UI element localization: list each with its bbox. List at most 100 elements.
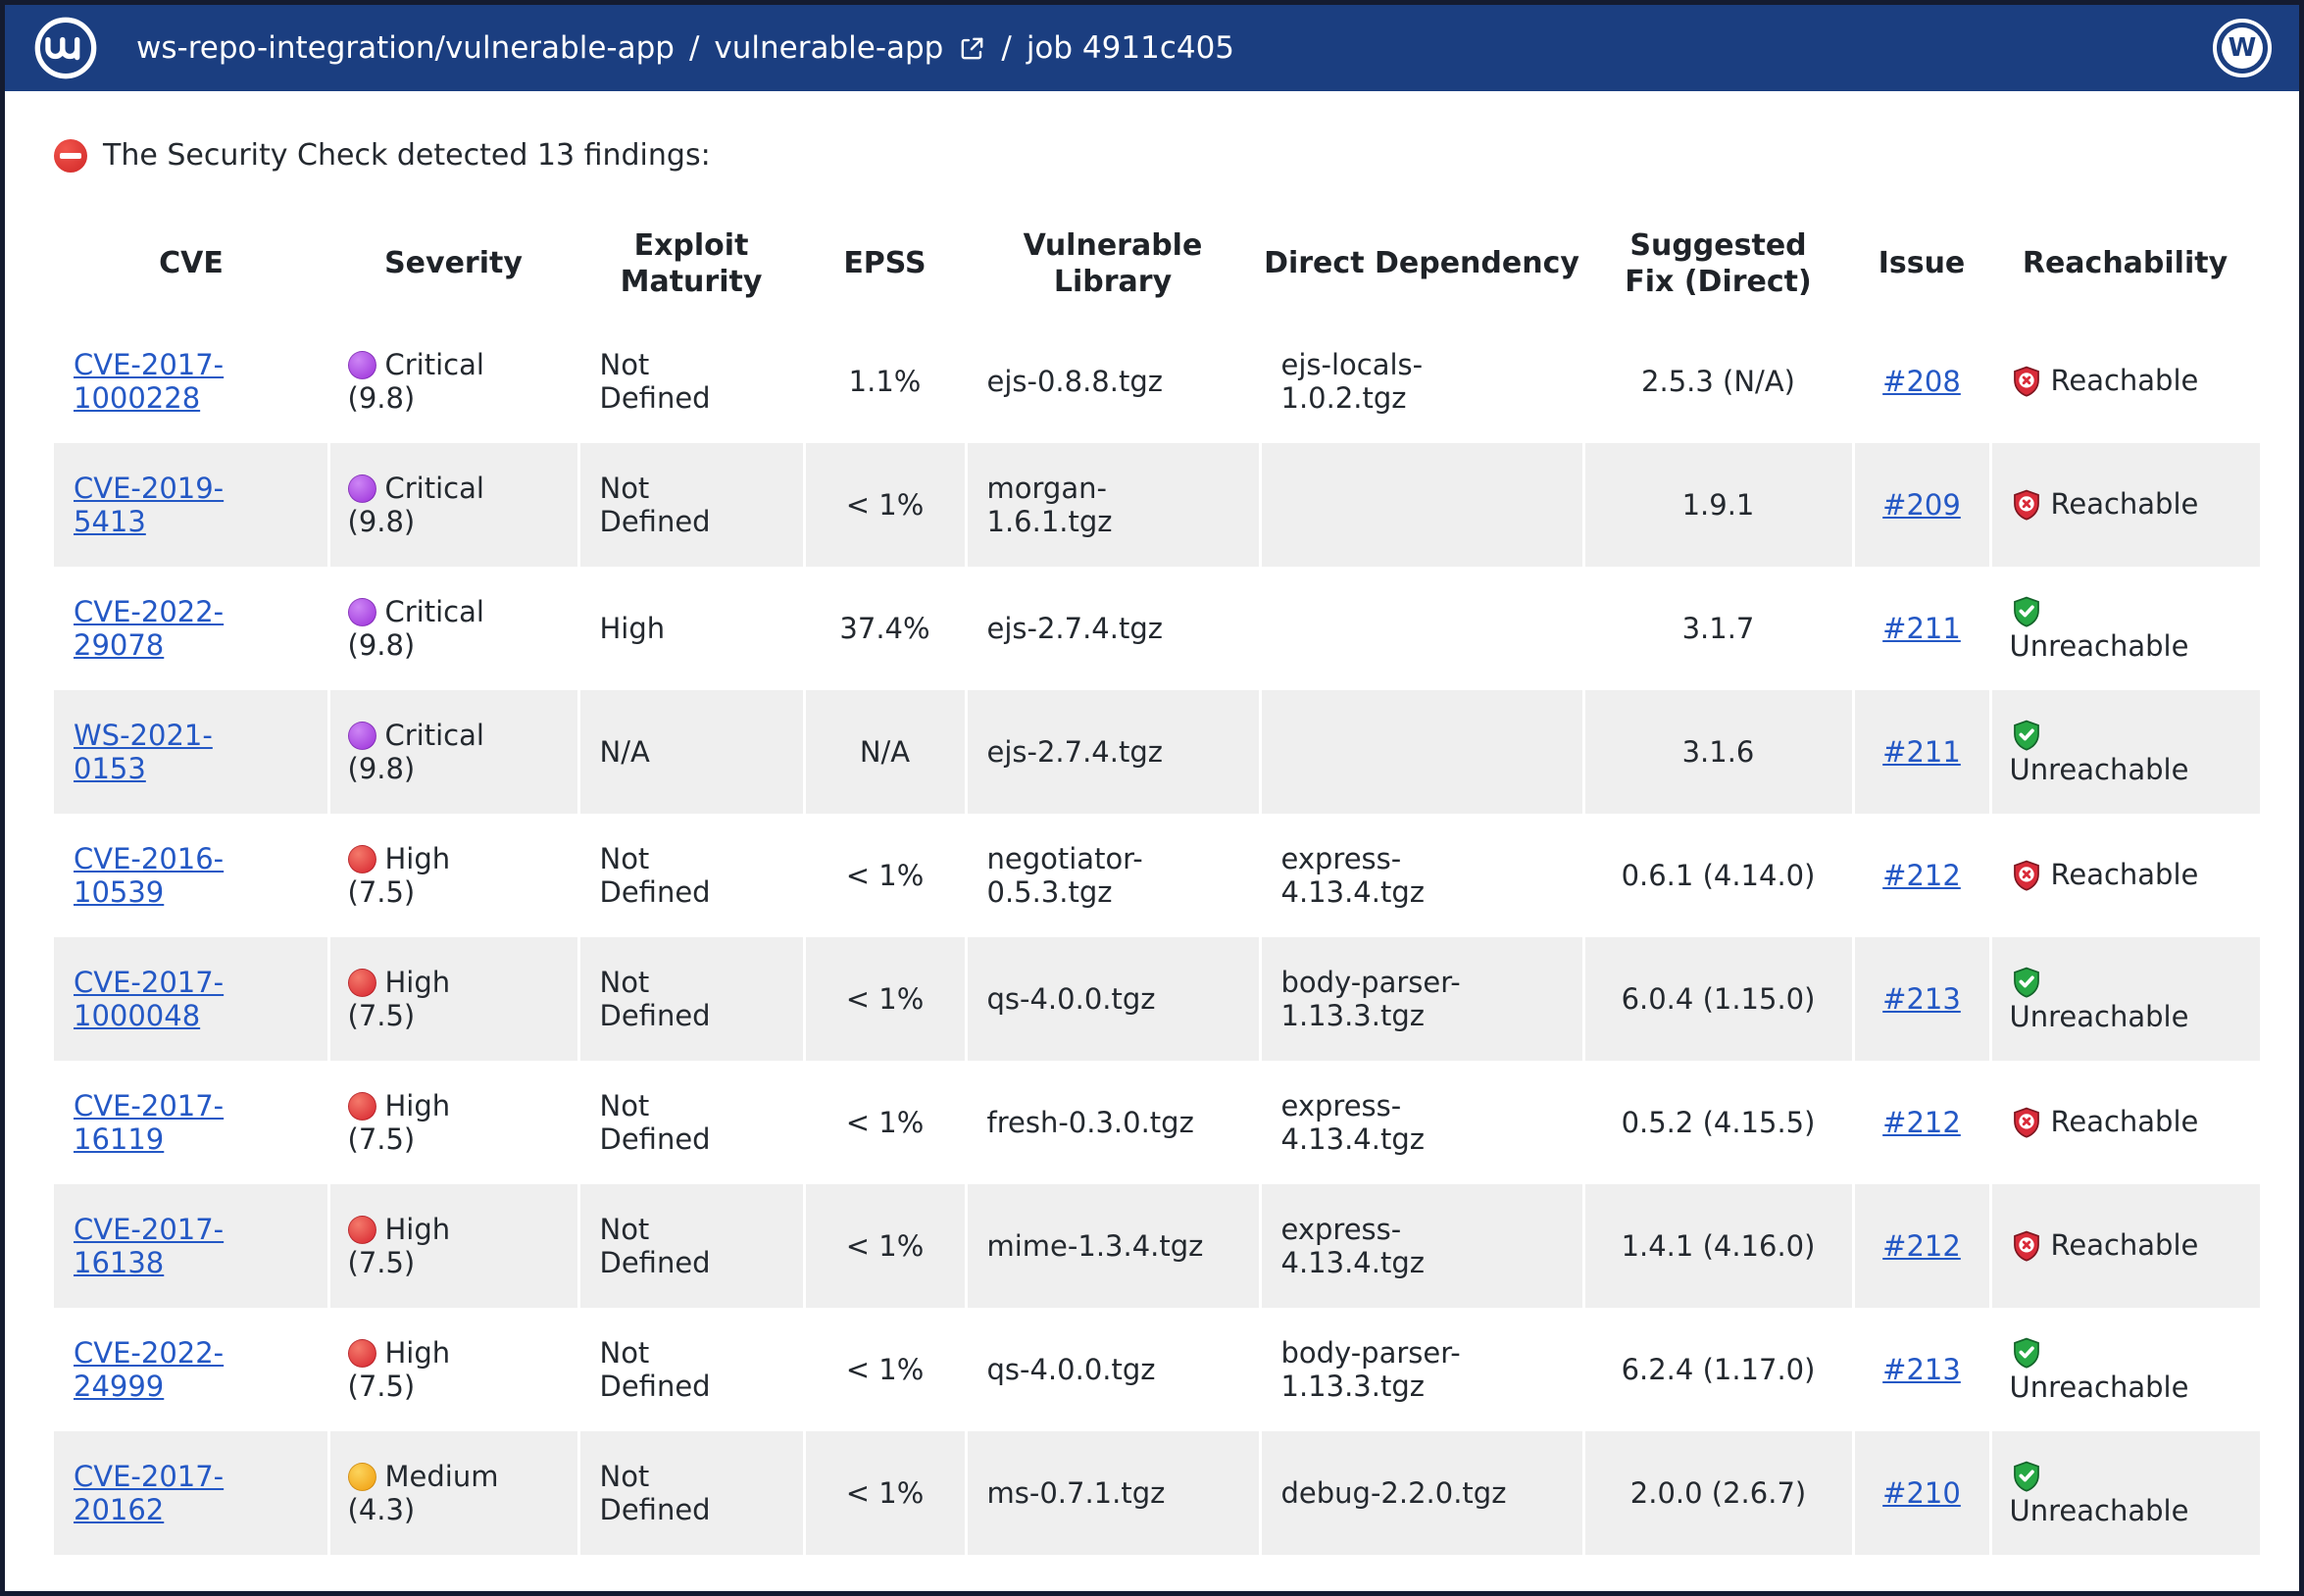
- cve-link[interactable]: CVE-2017-20162: [74, 1460, 224, 1526]
- breadcrumb-project-link[interactable]: vulnerable-app: [714, 30, 943, 66]
- cve-cell: CVE-2022-29078: [54, 567, 328, 690]
- header-row: CVE Severity Exploit Maturity EPSS Vulne…: [54, 208, 2260, 320]
- external-link-icon[interactable]: [958, 34, 986, 63]
- severity-dot-icon: [348, 598, 376, 626]
- column-header-library: Vulnerable Library: [966, 208, 1260, 320]
- no-entry-icon: [54, 139, 87, 173]
- main-content: The Security Check detected 13 findings:…: [5, 91, 2299, 1574]
- breadcrumb-separator: /: [1001, 30, 1011, 66]
- cve-link[interactable]: CVE-2022-29078: [74, 595, 224, 662]
- unreachable-shield-icon: [2010, 1459, 2043, 1494]
- issue-cell: #209: [1853, 443, 1990, 567]
- reachability-cell: Reachable: [1990, 320, 2260, 443]
- cve-link[interactable]: WS-2021-0153: [74, 719, 213, 785]
- findings-summary: The Security Check detected 13 findings:: [54, 138, 2250, 173]
- issue-link[interactable]: #211: [1882, 612, 1961, 645]
- reachability-cell: Unreachable: [1990, 1308, 2260, 1431]
- issue-link[interactable]: #211: [1882, 735, 1961, 769]
- epss-cell: < 1%: [804, 443, 966, 567]
- breadcrumb-separator: /: [689, 30, 699, 66]
- severity-cell: Critical (9.8): [328, 690, 578, 814]
- epss-cell: 1.1%: [804, 320, 966, 443]
- epss-cell: < 1%: [804, 814, 966, 937]
- severity-dot-icon: [348, 474, 376, 503]
- severity-dot-icon: [348, 1216, 376, 1244]
- issue-link[interactable]: #212: [1882, 1229, 1961, 1263]
- breadcrumb-repo-link[interactable]: ws-repo-integration/vulnerable-app: [136, 30, 675, 66]
- severity-cell: High (7.5): [328, 937, 578, 1061]
- direct-dependency-cell: [1260, 443, 1583, 567]
- reachable-shield-icon: [2010, 1228, 2043, 1264]
- user-avatar[interactable]: W: [2213, 19, 2272, 77]
- issue-cell: #213: [1853, 937, 1990, 1061]
- severity-dot-icon: [348, 1339, 376, 1368]
- exploit-maturity-cell: Not Defined: [578, 814, 804, 937]
- severity-cell: Critical (9.8): [328, 443, 578, 567]
- column-header-exploit: Exploit Maturity: [578, 208, 804, 320]
- reachability-label: Unreachable: [2010, 629, 2189, 663]
- cve-link[interactable]: CVE-2017-16119: [74, 1089, 224, 1156]
- cve-cell: CVE-2019-5413: [54, 443, 328, 567]
- direct-dependency-cell: body-parser-1.13.3.tgz: [1260, 1308, 1583, 1431]
- avatar-letter-text: W: [2229, 33, 2257, 63]
- direct-dependency-cell: express-4.13.4.tgz: [1260, 1061, 1583, 1184]
- breadcrumb-job[interactable]: job 4911c405: [1027, 30, 1234, 66]
- cve-link[interactable]: CVE-2019-5413: [74, 472, 224, 538]
- cve-cell: CVE-2017-16119: [54, 1061, 328, 1184]
- findings-table: CVE Severity Exploit Maturity EPSS Vulne…: [54, 208, 2260, 1555]
- direct-dependency-cell: debug-2.2.0.tgz: [1260, 1431, 1583, 1555]
- cve-cell: CVE-2017-20162: [54, 1431, 328, 1555]
- vulnerable-library-cell: negotiator-0.5.3.tgz: [966, 814, 1260, 937]
- reachability-cell: Unreachable: [1990, 937, 2260, 1061]
- direct-dependency-cell: [1260, 690, 1583, 814]
- cve-link[interactable]: CVE-2016-10539: [74, 842, 224, 909]
- severity-dot-icon: [348, 969, 376, 997]
- findings-table-body: CVE-2017-1000228 Critical (9.8) Not Defi…: [54, 320, 2260, 1555]
- mend-logo-icon[interactable]: [32, 15, 99, 81]
- column-header-dependency: Direct Dependency: [1260, 208, 1583, 320]
- direct-dependency-cell: body-parser-1.13.3.tgz: [1260, 937, 1583, 1061]
- column-header-reachability: Reachability: [1990, 208, 2260, 320]
- severity-dot-icon: [348, 351, 376, 379]
- issue-link[interactable]: #212: [1882, 1106, 1961, 1139]
- vulnerable-library-cell: mime-1.3.4.tgz: [966, 1184, 1260, 1308]
- issue-link[interactable]: #213: [1882, 1353, 1961, 1386]
- exploit-maturity-cell: High: [578, 567, 804, 690]
- issue-cell: #213: [1853, 1308, 1990, 1431]
- issue-link[interactable]: #213: [1882, 982, 1961, 1016]
- epss-cell: 37.4%: [804, 567, 966, 690]
- cve-link[interactable]: CVE-2017-1000228: [74, 348, 224, 415]
- issue-link[interactable]: #212: [1882, 859, 1961, 892]
- table-row: CVE-2022-24999 High (7.5) Not Defined < …: [54, 1308, 2260, 1431]
- vulnerable-library-cell: morgan-1.6.1.tgz: [966, 443, 1260, 567]
- issue-cell: #210: [1853, 1431, 1990, 1555]
- exploit-maturity-cell: Not Defined: [578, 1184, 804, 1308]
- epss-cell: < 1%: [804, 1431, 966, 1555]
- top-navbar: ws-repo-integration/vulnerable-app / vul…: [5, 5, 2299, 91]
- cve-link[interactable]: CVE-2017-1000048: [74, 966, 224, 1032]
- issue-link[interactable]: #209: [1882, 488, 1961, 522]
- reachability-label: Reachable: [2051, 1228, 2199, 1262]
- issue-link[interactable]: #210: [1882, 1476, 1961, 1510]
- reachability-cell: Unreachable: [1990, 567, 2260, 690]
- epss-cell: N/A: [804, 690, 966, 814]
- issue-link[interactable]: #208: [1882, 365, 1961, 398]
- reachability-label: Reachable: [2051, 487, 2199, 521]
- vulnerable-library-cell: qs-4.0.0.tgz: [966, 1308, 1260, 1431]
- vulnerable-library-cell: qs-4.0.0.tgz: [966, 937, 1260, 1061]
- issue-cell: #212: [1853, 814, 1990, 937]
- avatar-letter: W: [2222, 27, 2263, 69]
- findings-summary-text: The Security Check detected 13 findings:: [103, 138, 711, 173]
- suggested-fix-cell: 0.5.2 (4.15.5): [1583, 1061, 1853, 1184]
- unreachable-shield-icon: [2010, 1335, 2043, 1371]
- reachability-cell: Reachable: [1990, 814, 2260, 937]
- suggested-fix-cell: 3.1.7: [1583, 567, 1853, 690]
- cve-link[interactable]: CVE-2022-24999: [74, 1336, 224, 1403]
- unreachable-shield-icon: [2010, 965, 2043, 1000]
- reachable-shield-icon: [2010, 1105, 2043, 1140]
- cve-link[interactable]: CVE-2017-16138: [74, 1213, 224, 1279]
- reachability-label: Reachable: [2051, 1105, 2199, 1138]
- severity-cell: Medium (4.3): [328, 1431, 578, 1555]
- exploit-maturity-cell: Not Defined: [578, 443, 804, 567]
- suggested-fix-cell: 6.0.4 (1.15.0): [1583, 937, 1853, 1061]
